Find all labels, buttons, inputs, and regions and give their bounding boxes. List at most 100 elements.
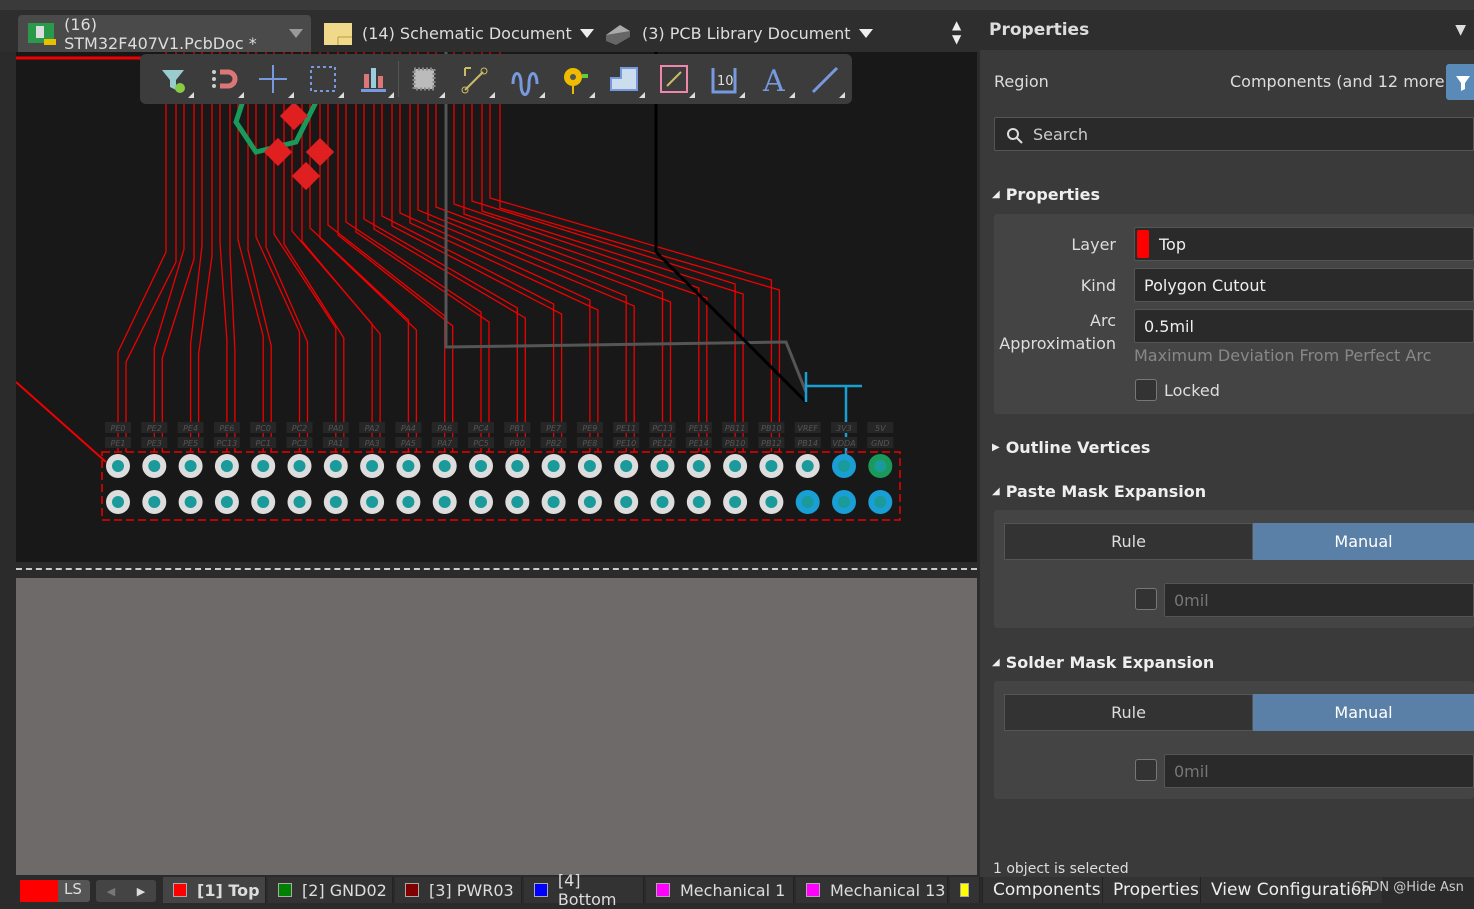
button-label: Rule [1111, 703, 1146, 722]
silk-label: PE9 [582, 424, 597, 433]
select-rectangle-button[interactable] [298, 57, 348, 101]
panel-menu-icon[interactable]: ▼ [1455, 22, 1466, 38]
section-solder-mask[interactable]: ◢ Solder Mask Expansion [992, 653, 1214, 672]
layer-tab[interactable]: [4] Bottom [524, 871, 644, 909]
paste-manual-button[interactable]: Manual [1253, 523, 1474, 560]
pad-hole [293, 460, 306, 472]
status-bar: LS ◀ ▶ [1] Top [2] GND02 [3] PWR03 [4] Botto… [0, 871, 1474, 909]
trace [355, 52, 490, 452]
place-line-draw-button[interactable] [799, 57, 849, 101]
section-paste-mask[interactable]: ◢ Paste Mask Expansion [992, 482, 1206, 501]
place-via-button[interactable] [549, 57, 599, 101]
paste-value-input[interactable]: 0mil [1164, 583, 1474, 617]
silk-label: PE11 [616, 424, 636, 433]
locked-checkbox[interactable] [1135, 379, 1157, 401]
chevron-down-icon[interactable] [858, 29, 873, 38]
layer-tab[interactable]: [2] GND02 [268, 877, 393, 903]
pad-hole [729, 496, 742, 508]
title-strip [0, 0, 1474, 10]
trace [363, 52, 518, 452]
layer-tab[interactable]: [1] Top [163, 877, 266, 903]
pad-hole [511, 496, 524, 508]
select-rectangle-icon [310, 66, 336, 92]
pad-hole [874, 496, 887, 508]
align-button[interactable] [348, 57, 398, 101]
layer-tab[interactable]: Mechanical 1 [646, 877, 794, 903]
layer-color-swatch [656, 883, 670, 897]
solder-manual-button[interactable]: Manual [1253, 694, 1474, 731]
tab-pcb-doc[interactable]: (16) STM32F407V1.PcbDoc * [18, 15, 311, 53]
layer-select[interactable]: Top [1134, 227, 1474, 261]
place-line-button[interactable] [649, 57, 699, 101]
scroll-left-icon[interactable]: ◀ [107, 885, 115, 898]
kind-select[interactable]: Polygon Cutout [1134, 268, 1474, 302]
trace [117, 52, 167, 452]
trace [219, 52, 228, 452]
layer-tab[interactable] [950, 877, 980, 903]
layer-scroll[interactable]: ◀ ▶ [96, 880, 156, 902]
pad-hole [765, 460, 778, 472]
section-outline-vertices[interactable]: ▶ Outline Vertices [992, 438, 1150, 457]
paste-checkbox[interactable] [1135, 588, 1157, 610]
layer-set-button[interactable]: LS [20, 880, 90, 902]
tab-pcb-library[interactable]: (3) PCB Library Document [594, 15, 881, 52]
place-string-button[interactable]: A [749, 57, 799, 101]
pcb-doc-icon [28, 22, 56, 45]
tab-scroll-arrows[interactable]: ▲ ▼ [952, 18, 961, 46]
trace [319, 52, 418, 452]
pad-hole [112, 460, 124, 472]
solder-rule-button[interactable]: Rule [1004, 694, 1253, 731]
differential-pair-button[interactable] [499, 57, 549, 101]
trace [427, 52, 635, 452]
layer-color-swatch [806, 883, 820, 897]
filter-button[interactable] [1446, 64, 1474, 100]
layer-label: [4] Bottom [557, 871, 617, 909]
solder-checkbox[interactable] [1135, 759, 1157, 781]
layer-tab[interactable]: [3] PWR03 [395, 877, 522, 903]
arc-approximation-input[interactable]: 0.5mil [1134, 309, 1474, 343]
silk-label: PE1 [111, 439, 126, 448]
route-track-button[interactable] [449, 57, 499, 101]
scroll-right-icon[interactable]: ▶ [137, 885, 145, 898]
trace [125, 52, 177, 452]
pad-hole [475, 460, 487, 472]
trace [161, 52, 195, 452]
trace [435, 52, 664, 452]
pad-hole [112, 496, 124, 508]
search-input[interactable]: Search [994, 117, 1474, 151]
dimension-button[interactable]: 10 [699, 57, 749, 101]
silk-label: PC5 [473, 439, 489, 448]
chevron-down-icon[interactable] [289, 29, 303, 38]
layer-tab[interactable]: Mechanical 13 [796, 877, 948, 903]
trace [273, 52, 337, 452]
move-icon [259, 65, 287, 93]
tab-label: (14) Schematic Document [362, 24, 572, 43]
differential-pair-icon [511, 72, 539, 96]
pcb-canvas[interactable]: PE0 PE2 PE4 PE6 PC0 PC2 PA0 PA2 PA4 PA6 PC4 PB1 PE7 P… [15, 52, 977, 562]
svg-text:A: A [762, 64, 785, 96]
place-polygon-button[interactable] [599, 57, 649, 101]
pad-hole [729, 460, 742, 472]
layer-value: Top [1159, 234, 1186, 254]
filter-icon [1456, 76, 1470, 91]
paste-rule-button[interactable]: Rule [1004, 523, 1253, 560]
section-properties[interactable]: ◢ Properties [992, 185, 1100, 204]
locked-label: Locked [1164, 381, 1220, 400]
place-component-button[interactable] [399, 57, 449, 101]
pad-hole [656, 460, 669, 472]
panel-tab[interactable]: Properties [1102, 877, 1209, 903]
pcb-drawing: PE0 PE2 PE4 PE6 PC0 PC2 PA0 PA2 PA4 PA6 PC4 PB1 PE7 P… [15, 52, 901, 521]
tab-schematic[interactable]: (14) Schematic Document [314, 15, 602, 52]
chevron-down-icon[interactable] [579, 29, 594, 38]
pad-hole [366, 496, 379, 508]
filter-button[interactable] [148, 57, 198, 101]
region-value: Components (and 12 more) [1230, 72, 1451, 91]
move-button[interactable] [248, 57, 298, 101]
panel-tab[interactable]: Components [982, 877, 1111, 903]
interactive-routing-magnet-button[interactable] [198, 57, 248, 101]
silk-label: PE14 [689, 439, 709, 448]
solder-value-input[interactable]: 0mil [1164, 754, 1474, 788]
layer-color-swatch [534, 883, 548, 897]
silk-label: PA2 [365, 424, 380, 433]
layer-label: Mechanical 1 [680, 880, 786, 900]
